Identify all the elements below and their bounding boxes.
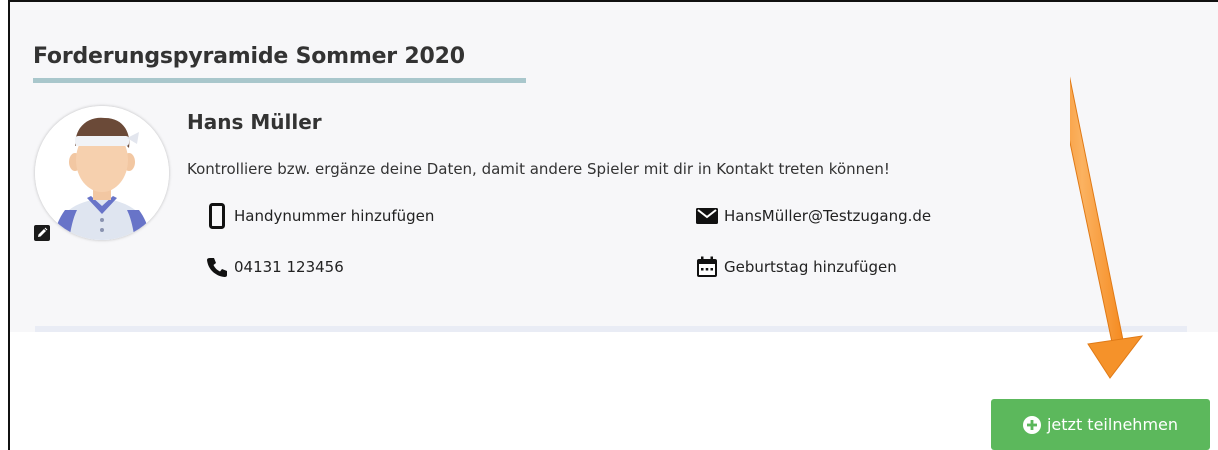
mobile-contact[interactable]: Handynummer hinzufügen: [204, 203, 434, 229]
phone-icon: [204, 254, 230, 280]
card-title: Forderungspyramide Sommer 2020: [33, 44, 465, 69]
avatar[interactable]: [35, 106, 169, 240]
plus-circle-icon: [1022, 415, 1041, 434]
envelope-icon: [694, 203, 720, 229]
smartphone-icon: [204, 203, 230, 229]
phone-contact[interactable]: 04131 123456: [204, 254, 344, 280]
join-button[interactable]: jetzt teilnehmen: [991, 399, 1210, 450]
birthday-contact[interactable]: Geburtstag hinzufügen: [694, 254, 897, 280]
player-name: Hans Müller: [187, 110, 322, 134]
birthday-label: Geburtstag hinzufügen: [724, 258, 897, 276]
join-button-label: jetzt teilnehmen: [1046, 415, 1179, 434]
pencil-icon[interactable]: [34, 225, 50, 241]
email-contact[interactable]: HansMüller@Testzugang.de: [694, 203, 931, 229]
calendar-icon: [694, 254, 720, 280]
mobile-label: Handynummer hinzufügen: [234, 207, 435, 225]
email-address: HansMüller@Testzugang.de: [724, 207, 932, 225]
phone-number: 04131 123456: [234, 258, 344, 276]
avatar-illustration: [35, 106, 169, 240]
title-underline: [33, 78, 526, 83]
profile-notice: Kontrolliere bzw. ergänze deine Daten, d…: [187, 160, 890, 178]
